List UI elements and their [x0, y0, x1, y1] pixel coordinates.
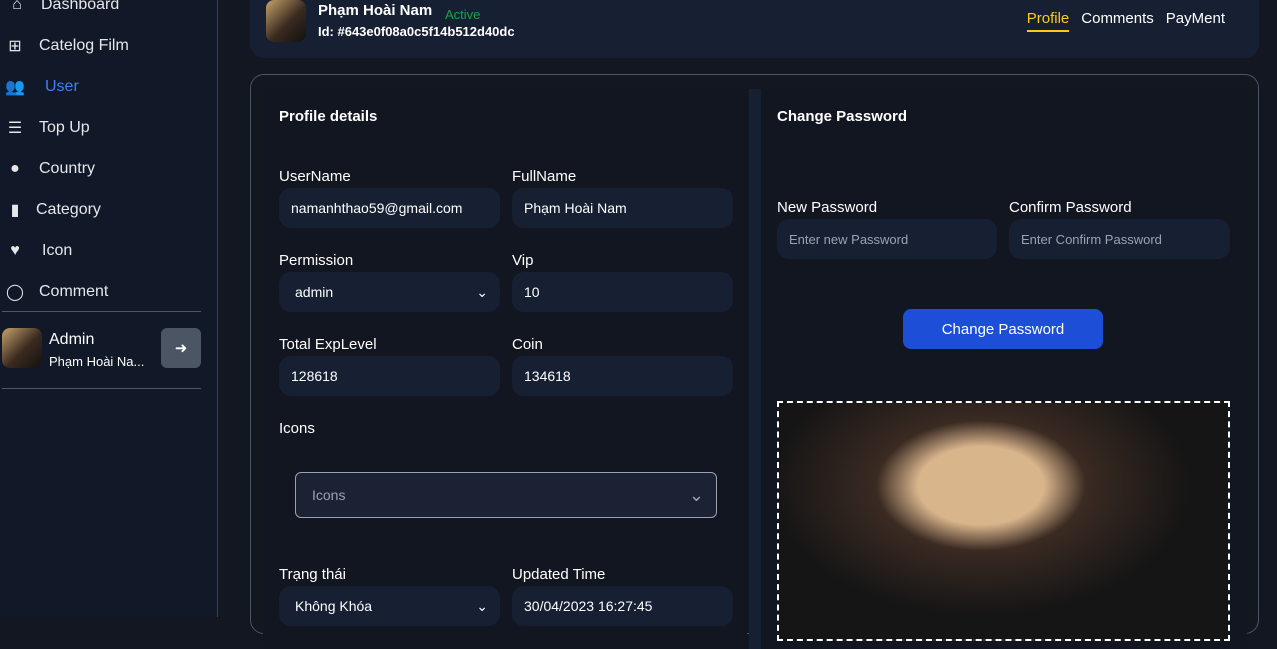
exp-field[interactable]: 128618: [279, 356, 500, 396]
chevron-down-icon: ⌄: [476, 597, 488, 614]
user-header: Phạm Hoài Nam Active Id: #643e0f08a0c5f1…: [250, 0, 1259, 58]
tab-profile[interactable]: Profile: [1026, 10, 1070, 32]
new-password-input[interactable]: Enter new Password: [777, 219, 997, 259]
confirm-password-placeholder: Enter Confirm Password: [1021, 231, 1162, 247]
comment-icon: ◯: [6, 284, 24, 301]
coin-label: Coin: [512, 336, 543, 353]
profile-panel: Profile details UserName namanhthao59@gm…: [250, 74, 1259, 649]
tab-payment[interactable]: PayMent: [1166, 10, 1225, 32]
sidebar-item-icon[interactable]: ♥ Icon: [4, 240, 72, 262]
logout-button[interactable]: ➜: [161, 328, 201, 368]
user-id: Id: #643e0f08a0c5f14b512d40dc: [318, 24, 515, 39]
section-title: Change Password: [777, 108, 908, 125]
admin-name: Phạm Hoài Na...: [49, 354, 145, 369]
grid-icon: ⊞: [8, 38, 22, 55]
icons-placeholder: Icons: [312, 487, 346, 503]
username-field[interactable]: namanhthao59@gmail.com: [279, 188, 500, 228]
icons-label: Icons: [279, 420, 315, 437]
new-password-placeholder: Enter new Password: [789, 231, 909, 247]
username-label: UserName: [279, 168, 351, 185]
updated-label: Updated Time: [512, 566, 606, 583]
section-title: Profile details: [279, 108, 378, 125]
icons-icon: ♥: [10, 242, 20, 259]
vip-label: Vip: [512, 252, 534, 269]
fullname-label: FullName: [512, 168, 577, 185]
permission-label: Permission: [279, 252, 354, 269]
book-icon: ▮: [10, 202, 20, 219]
divider: [2, 311, 201, 312]
new-password-label: New Password: [777, 199, 878, 216]
avatar-upload-image[interactable]: [777, 401, 1230, 641]
globe-icon: ●: [10, 160, 20, 177]
permission-select[interactable]: admin ⌄: [279, 272, 500, 312]
confirm-password-label: Confirm Password: [1009, 199, 1132, 216]
sidebar-item-category[interactable]: ▮ Category: [4, 199, 101, 221]
permission-value: admin: [295, 284, 334, 300]
user-name: Phạm Hoài Nam: [318, 2, 433, 19]
chevron-down-icon: ⌄: [688, 484, 704, 505]
change-password-section: Change Password New Password Enter new P…: [761, 89, 1247, 649]
sidebar: ⌂ Dashboard ⊞ Catelog Film 👥 User ☰ Top Up ●…: [0, 0, 218, 617]
coins-icon: ☰: [7, 120, 23, 137]
sidebar-item-comment[interactable]: ◯ Comment: [4, 281, 108, 303]
chevron-down-icon: ⌄: [476, 283, 488, 300]
exp-label: Total ExpLevel: [279, 336, 377, 353]
admin-role: Admin: [49, 331, 95, 348]
status-badge: Active: [445, 7, 481, 22]
change-password-button[interactable]: Change Password: [903, 309, 1103, 349]
column-divider: [749, 89, 761, 649]
sidebar-item-top-up[interactable]: ☰ Top Up: [4, 117, 90, 139]
users-icon: 👥: [5, 79, 25, 96]
icons-select[interactable]: Icons ⌄: [295, 472, 717, 518]
status-value: Không Khóa: [295, 598, 373, 614]
sidebar-item-country[interactable]: ● Country: [4, 158, 95, 180]
updated-field[interactable]: 30/04/2023 16:27:45: [512, 586, 733, 626]
coin-field[interactable]: 134618: [512, 356, 733, 396]
profile-details-section: Profile details UserName namanhthao59@gm…: [263, 89, 747, 649]
sidebar-item-dashboard[interactable]: ⌂ Dashboard: [6, 0, 119, 16]
status-label: Trạng thái: [279, 566, 346, 583]
avatar: [2, 328, 42, 368]
tab-comments[interactable]: Comments: [1081, 10, 1154, 32]
status-select[interactable]: Không Khóa ⌄: [279, 586, 500, 626]
divider: [2, 388, 201, 389]
fullname-field[interactable]: Phạm Hoài Nam: [512, 188, 733, 228]
logout-icon: ➜: [174, 340, 188, 357]
home-icon: ⌂: [12, 0, 22, 13]
sidebar-item-catelog-film[interactable]: ⊞ Catelog Film: [4, 35, 129, 57]
confirm-password-input[interactable]: Enter Confirm Password: [1009, 219, 1230, 259]
vip-field[interactable]: 10: [512, 272, 733, 312]
sidebar-item-user[interactable]: 👥 User: [4, 76, 79, 98]
user-avatar: [266, 0, 306, 42]
